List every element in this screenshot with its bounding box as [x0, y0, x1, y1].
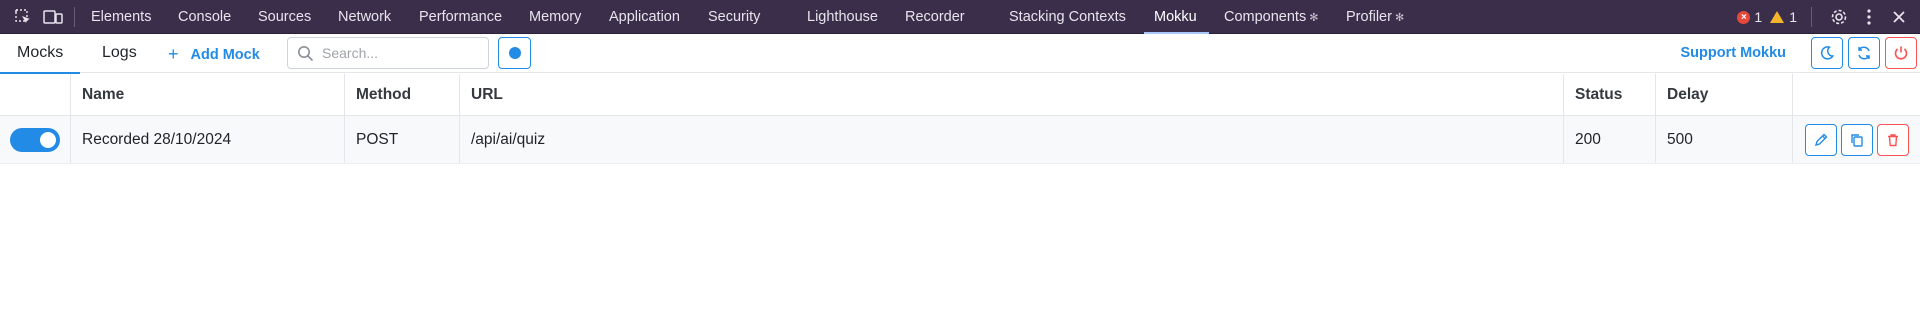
mock-method: POST [345, 116, 460, 163]
record-button[interactable] [498, 37, 531, 69]
mock-name: Recorded 28/10/2024 [71, 116, 345, 163]
column-header-method[interactable]: Method [345, 74, 460, 115]
search-input[interactable] [322, 38, 482, 68]
column-header-name[interactable]: Name [71, 74, 345, 115]
mock-status: 200 [1564, 116, 1656, 163]
extension-gear-icon: ✻ [1394, 12, 1405, 24]
record-dot-icon [508, 47, 521, 59]
add-mock-label: Add Mock [190, 47, 260, 63]
column-header-url[interactable]: URL [460, 74, 1564, 115]
search-icon [298, 46, 314, 62]
column-header-actions [1793, 74, 1920, 115]
tab-network[interactable]: Network [338, 0, 391, 34]
power-button[interactable] [1885, 37, 1917, 69]
extension-gear-icon: ✻ [1309, 12, 1319, 24]
table-header-row: Name Method URL Status Delay [0, 74, 1920, 116]
toolbar-divider [1811, 7, 1812, 27]
close-icon[interactable] [1884, 0, 1914, 34]
refresh-icon [1858, 46, 1870, 60]
trash-icon [1888, 134, 1898, 147]
support-mokku-link[interactable]: Support Mokku [1680, 34, 1786, 73]
warning-count: 1 [1789, 9, 1797, 25]
active-toggle[interactable] [10, 127, 60, 152]
active-toggle-cell [0, 116, 71, 163]
tab-application[interactable]: Application [609, 0, 680, 34]
tab-security[interactable]: Security [708, 0, 760, 34]
tab-memory[interactable]: Memory [529, 0, 581, 34]
search-field[interactable] [287, 37, 489, 69]
table-row[interactable]: Recorded 28/10/2024 POST /api/ai/quiz 20… [0, 116, 1920, 164]
tab-components[interactable]: Components ✻ [1224, 0, 1318, 34]
warning-counter[interactable]: 1 [1770, 9, 1797, 25]
mokku-toolbar: Mocks Logs + Add Mock Support Mokku [0, 34, 1920, 74]
moon-icon [1820, 46, 1835, 60]
tab-logs[interactable]: Logs [102, 34, 137, 73]
more-options-icon[interactable] [1854, 0, 1884, 34]
power-icon [1894, 46, 1908, 60]
inspect-element-icon[interactable] [8, 0, 38, 34]
tab-components-label: Components [1224, 9, 1307, 25]
tab-mokku[interactable]: Mokku [1144, 0, 1209, 34]
error-icon: × [1737, 10, 1751, 24]
tab-profiler[interactable]: Profiler ✻ [1346, 0, 1404, 34]
tab-stacking-contexts[interactable]: Stacking Contexts [1009, 0, 1126, 34]
toolbar-divider [74, 6, 75, 27]
warning-icon [1770, 11, 1785, 23]
error-counter[interactable]: × 1 [1737, 9, 1762, 25]
edit-button[interactable] [1805, 124, 1837, 156]
column-header-delay[interactable]: Delay [1656, 74, 1793, 115]
error-count: 1 [1754, 9, 1763, 25]
add-mock-button[interactable]: + Add Mock [168, 34, 260, 73]
mock-url: /api/ai/quiz [460, 116, 1564, 163]
copy-icon [1851, 134, 1863, 147]
tab-profiler-label: Profiler [1346, 9, 1392, 25]
delete-button[interactable] [1877, 124, 1909, 156]
duplicate-button[interactable] [1841, 124, 1873, 156]
tab-performance[interactable]: Performance [419, 0, 502, 34]
column-header-toggle [0, 74, 71, 115]
tab-console[interactable]: Console [178, 0, 231, 34]
tab-lighthouse[interactable]: Lighthouse [807, 0, 878, 34]
column-header-status[interactable]: Status [1564, 74, 1656, 115]
tab-recorder[interactable]: Recorder [905, 0, 965, 34]
theme-toggle-button[interactable] [1811, 37, 1843, 69]
row-actions [1793, 116, 1920, 163]
settings-gear-icon[interactable] [1824, 0, 1854, 34]
tab-sources[interactable]: Sources [258, 0, 311, 34]
device-toolbar-icon[interactable] [38, 0, 68, 34]
plus-icon: + [168, 44, 179, 64]
toggle-knob [40, 131, 56, 148]
tab-mocks[interactable]: Mocks [0, 34, 81, 74]
refresh-button[interactable] [1848, 37, 1880, 69]
pencil-icon [1814, 133, 1828, 147]
mock-delay: 500 [1656, 116, 1793, 163]
devtools-toolbar: Elements Console Sources Network Perform… [0, 0, 1920, 34]
tab-elements[interactable]: Elements [91, 0, 151, 34]
